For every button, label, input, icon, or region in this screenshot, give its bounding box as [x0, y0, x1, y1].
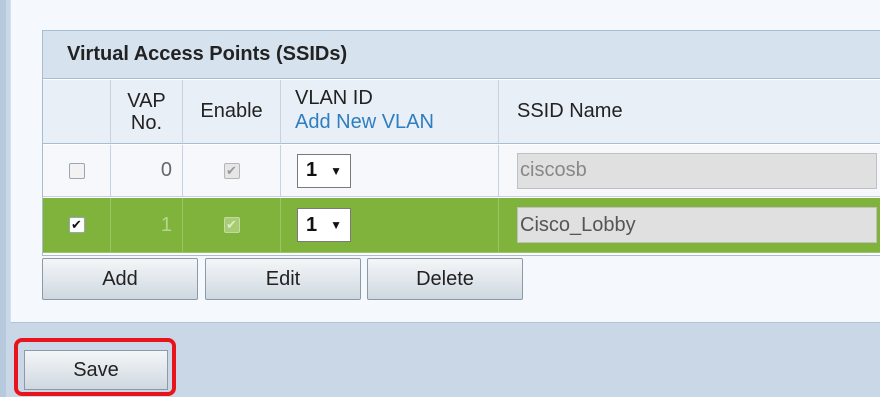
enable-cell: ✔ [183, 145, 281, 197]
delete-button[interactable]: Delete [367, 258, 523, 300]
row-select-checkbox[interactable] [68, 162, 85, 179]
enable-checkbox[interactable]: ✔ [223, 162, 240, 179]
enable-cell: ✔ [183, 198, 281, 253]
vlan-cell: 1 ▼ [281, 198, 499, 253]
table-row[interactable] [43, 145, 111, 197]
add-new-vlan-link[interactable]: Add New VLAN [295, 110, 498, 134]
vlan-select-value: 1 [306, 213, 318, 236]
row-select-checkbox[interactable]: ✔ [68, 217, 85, 233]
vlan-select[interactable]: 1 ▼ [297, 153, 351, 188]
save-button[interactable]: Save [24, 350, 168, 390]
enable-checkbox[interactable]: ✔ [223, 217, 240, 233]
section-title: Virtual Access Points (SSIDs) [43, 31, 880, 79]
edit-button[interactable]: Edit [205, 258, 361, 300]
vap-table: Virtual Access Points (SSIDs) VAP No. En… [42, 30, 880, 256]
dropdown-arrow-icon: ▼ [330, 218, 342, 232]
add-button[interactable]: Add [42, 258, 198, 300]
table-row[interactable]: ✔ [43, 198, 111, 253]
vap-no-cell: 0 [111, 145, 183, 197]
ssid-input[interactable]: Cisco_Lobby [517, 207, 877, 243]
vap-no-cell: 1 [111, 198, 183, 253]
vlan-select[interactable]: 1 ▼ [297, 208, 351, 242]
ssid-input[interactable]: ciscosb [517, 152, 877, 189]
vlan-cell: 1 ▼ [281, 145, 499, 197]
vlan-id-label: VLAN ID [295, 87, 373, 109]
vlan-id-header: VLAN ID Add New VLAN [281, 80, 499, 144]
ssid-cell: ciscosb [499, 145, 880, 197]
vap-no-header: VAP No. [111, 80, 183, 144]
ssid-name-header: SSID Name [499, 80, 880, 144]
dropdown-arrow-icon: ▼ [330, 163, 342, 178]
vlan-select-value: 1 [306, 159, 318, 181]
select-column-header [43, 80, 111, 144]
ssid-cell: Cisco_Lobby [499, 198, 880, 253]
enable-header: Enable [183, 80, 281, 144]
left-border [0, 0, 6, 397]
